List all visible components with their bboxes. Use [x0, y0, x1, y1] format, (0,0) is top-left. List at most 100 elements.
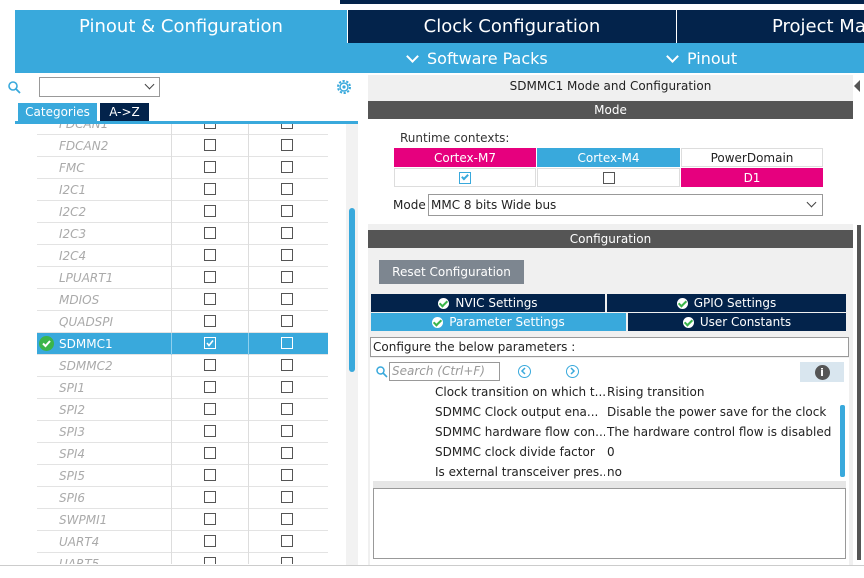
right-edge-bar[interactable] — [857, 225, 861, 560]
list-item[interactable]: SDMMC2 — [37, 355, 328, 377]
prev-match-button[interactable] — [518, 365, 531, 378]
software-packs-label: Software Packs — [427, 49, 548, 68]
cortex-m4-checkbox[interactable] — [281, 513, 293, 525]
cortex-m4-checkbox[interactable] — [602, 171, 615, 184]
cortex-m4-checkbox[interactable] — [281, 469, 293, 481]
software-packs-menu[interactable]: Software Packs — [406, 49, 548, 68]
tab-project-manager[interactable]: Project Manager — [677, 10, 864, 43]
cortex-m7-checkbox[interactable] — [204, 249, 216, 261]
cortex-m7-checkbox[interactable] — [204, 469, 216, 481]
cortex-m7-checkbox[interactable] — [204, 381, 216, 393]
list-item-label: MDIOS — [59, 293, 100, 307]
cortex-m4-checkbox[interactable] — [281, 535, 293, 547]
cortex-m4-checkbox[interactable] — [281, 403, 293, 415]
column-divider — [248, 201, 249, 223]
cortex-m4-checkbox[interactable] — [281, 557, 293, 564]
list-item[interactable]: SPI3 — [37, 421, 328, 443]
cortex-m7-checkbox[interactable] — [204, 293, 216, 305]
next-match-button[interactable] — [566, 365, 579, 378]
tab-clock-configuration[interactable]: Clock Configuration — [348, 10, 676, 43]
cortex-m4-checkbox[interactable] — [281, 381, 293, 393]
cortex-m4-checkbox[interactable] — [281, 271, 293, 283]
cortex-m7-checkbox[interactable] — [204, 359, 216, 371]
cortex-m7-checkbox[interactable] — [204, 183, 216, 195]
list-item[interactable]: FDCAN2 — [37, 135, 328, 157]
cortex-m4-checkbox[interactable] — [281, 315, 293, 327]
cortex-m7-checkbox[interactable] — [204, 447, 216, 459]
column-divider — [248, 421, 249, 443]
cortex-m7-checkbox[interactable] — [204, 124, 216, 129]
tab-gpio-settings[interactable]: GPIO Settings — [607, 294, 846, 312]
list-scrollbar-thumb[interactable] — [349, 208, 355, 372]
cortex-m4-checkbox[interactable] — [281, 205, 293, 217]
tab-user-constants[interactable]: User Constants — [628, 313, 846, 331]
collapse-arrow-icon[interactable] — [854, 80, 860, 92]
cortex-m4-checkbox[interactable] — [281, 161, 293, 173]
param-value[interactable]: The hardware control flow is disabled — [607, 425, 831, 439]
cortex-m7-checkbox[interactable] — [204, 271, 216, 283]
cortex-m7-checkbox[interactable] — [204, 315, 216, 327]
list-item[interactable]: SPI1 — [37, 377, 328, 399]
list-item[interactable]: FMC — [37, 157, 328, 179]
cortex-m4-checkbox[interactable] — [281, 124, 293, 129]
cortex-m4-checkbox[interactable] — [281, 139, 293, 151]
cortex-m4-checkbox[interactable] — [281, 491, 293, 503]
cortex-m7-checkbox[interactable] — [204, 227, 216, 239]
list-item[interactable]: LPUART1 — [37, 267, 328, 289]
cortex-m7-checkbox[interactable] — [459, 171, 471, 184]
list-item[interactable]: QUADSPI — [37, 311, 328, 333]
cortex-m7-checkbox[interactable] — [204, 491, 216, 503]
description-divider[interactable] — [373, 481, 846, 488]
cortex-m7-checkbox[interactable] — [204, 535, 216, 547]
tab-a-to-z[interactable]: A->Z — [100, 103, 149, 121]
list-item[interactable]: I2C2 — [37, 201, 328, 223]
cortex-m7-checkbox[interactable] — [204, 161, 216, 173]
list-item[interactable]: FDCAN1 — [37, 124, 328, 135]
list-item[interactable]: I2C1 — [37, 179, 328, 201]
list-item[interactable]: SPI4 — [37, 443, 328, 465]
tab-categories[interactable]: Categories — [18, 103, 97, 121]
cortex-m4-checkbox[interactable] — [281, 183, 293, 195]
cortex-m7-checkbox[interactable] — [204, 425, 216, 437]
list-item[interactable]: SPI2 — [37, 399, 328, 421]
info-button[interactable]: i — [800, 362, 844, 382]
cortex-m4-checkbox[interactable] — [281, 249, 293, 261]
list-item[interactable]: UART5 — [37, 553, 328, 564]
list-item[interactable]: UART4 — [37, 531, 328, 553]
tab-nvic-settings[interactable]: NVIC Settings — [371, 294, 605, 312]
cortex-m4-checkbox[interactable] — [281, 293, 293, 305]
list-item[interactable]: SDMMC1 — [37, 333, 328, 355]
tab-pinout-configuration[interactable]: Pinout & Configuration — [15, 10, 347, 43]
cortex-m7-checkbox[interactable] — [204, 337, 216, 349]
search-dropdown[interactable] — [39, 77, 160, 97]
cortex-m7-checkbox[interactable] — [204, 403, 216, 415]
list-item[interactable]: I2C3 — [37, 223, 328, 245]
cortex-m4-checkbox[interactable] — [281, 447, 293, 459]
param-value[interactable]: no — [607, 465, 622, 479]
list-item-label: I2C1 — [59, 183, 87, 197]
param-value[interactable]: Disable the power save for the clock — [607, 405, 826, 419]
param-value[interactable]: 0 — [607, 445, 615, 459]
cortex-m7-checkbox[interactable] — [204, 557, 216, 564]
cortex-m4-checkbox[interactable] — [281, 425, 293, 437]
param-value[interactable]: Rising transition — [607, 385, 704, 399]
list-item[interactable]: SPI5 — [37, 465, 328, 487]
search-icon[interactable] — [8, 81, 21, 94]
list-item[interactable]: I2C4 — [37, 245, 328, 267]
list-item[interactable]: SWPMI1 — [37, 509, 328, 531]
parameter-search-input[interactable]: Search (Ctrl+F) — [389, 362, 500, 381]
tab-parameter-settings[interactable]: Parameter Settings — [371, 313, 626, 331]
cortex-m7-checkbox[interactable] — [204, 205, 216, 217]
pinout-menu[interactable]: Pinout — [666, 49, 737, 68]
cortex-m7-checkbox[interactable] — [204, 513, 216, 525]
list-item[interactable]: MDIOS — [37, 289, 328, 311]
cortex-m7-checkbox[interactable] — [204, 139, 216, 151]
cortex-m4-checkbox[interactable] — [281, 337, 293, 349]
mode-select[interactable]: MMC 8 bits Wide bus — [428, 194, 823, 216]
parameter-scrollbar[interactable] — [840, 405, 845, 477]
gear-icon[interactable] — [335, 78, 353, 96]
cortex-m4-checkbox[interactable] — [281, 359, 293, 371]
cortex-m4-checkbox[interactable] — [281, 227, 293, 239]
reset-configuration-button[interactable]: Reset Configuration — [379, 260, 524, 284]
list-item[interactable]: SPI6 — [37, 487, 328, 509]
